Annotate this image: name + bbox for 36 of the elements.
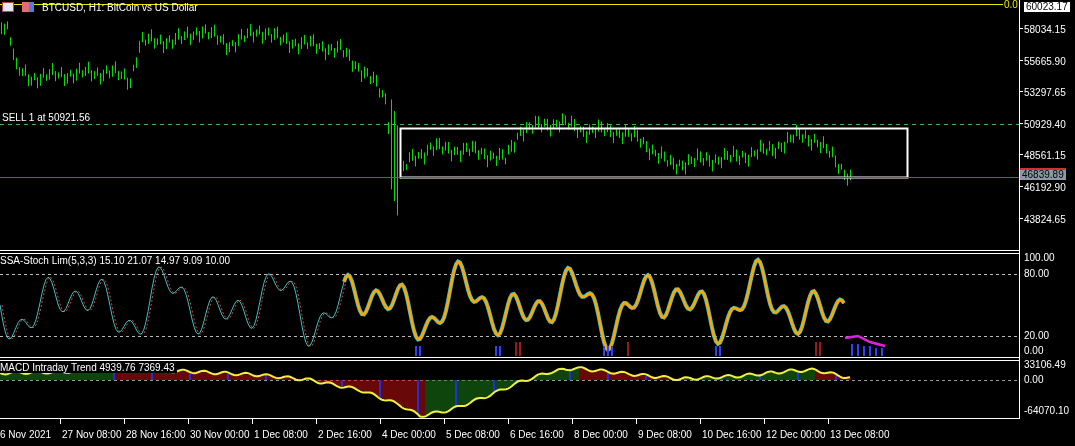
time-label: 5 Dec 08:00: [446, 430, 500, 440]
time-label: 4 Dec 00:00: [382, 430, 436, 440]
price-label: 53297.65: [1024, 88, 1066, 98]
time-label: 6 Dec 16:00: [510, 430, 564, 440]
time-label: 10 Dec 16:00: [702, 430, 762, 440]
time-label: 13 Dec 08:00: [830, 430, 890, 440]
time-label: 12 Dec 00:00: [766, 430, 826, 440]
time-label: 28 Nov 16:00: [126, 430, 186, 440]
indicator-axis-label: 100.00: [1024, 253, 1055, 263]
window-title: BTCUSD, H1: BitCoin vs US Dollar: [42, 3, 198, 13]
price-label: 48561.15: [1024, 151, 1066, 161]
price-label: 46192.90: [1024, 183, 1066, 193]
time-label: 6 Nov 2021: [0, 430, 52, 440]
fibo-level-label: 0.0: [1003, 0, 1019, 10]
list-icon[interactable]: [2, 2, 14, 12]
indicator-axis-label: 80.00: [1024, 269, 1050, 279]
time-label: 30 Nov 00:00: [190, 430, 250, 440]
price-label: 58034.15: [1024, 25, 1066, 35]
time-label: 8 Dec 00:00: [574, 430, 628, 440]
price-label: 60023.17: [1024, 2, 1070, 12]
price-label: 55665.90: [1024, 57, 1066, 67]
indicator-axis-label: 0.00: [1024, 375, 1044, 385]
price-label: 50929.40: [1024, 120, 1066, 130]
indicator-axis-label: 33106.49: [1024, 360, 1066, 370]
indicator-label: MACD Intraday Trend 4939.76 7369.43: [0, 363, 177, 373]
time-label: 9 Dec 08:00: [638, 430, 692, 440]
indicator-axis-label: 20.00: [1024, 331, 1050, 341]
time-label: 2 Dec 16:00: [318, 430, 372, 440]
time-label: 27 Nov 08:00: [62, 430, 122, 440]
indicator-axis-label: -64070.10: [1024, 406, 1070, 416]
indicator-label: SSA-Stoch Lim(5,3,3) 15.10 21.07 14.97 9.09 10.00: [0, 256, 231, 266]
current-price-label: 46839.89: [1020, 168, 1066, 180]
time-label: 1 Dec 08:00: [254, 430, 308, 440]
indicator-axis-label: 0.00: [1024, 346, 1044, 356]
order-label: SELL 1 at 50921.56: [2, 113, 91, 123]
price-label: 43824.65: [1024, 215, 1066, 225]
